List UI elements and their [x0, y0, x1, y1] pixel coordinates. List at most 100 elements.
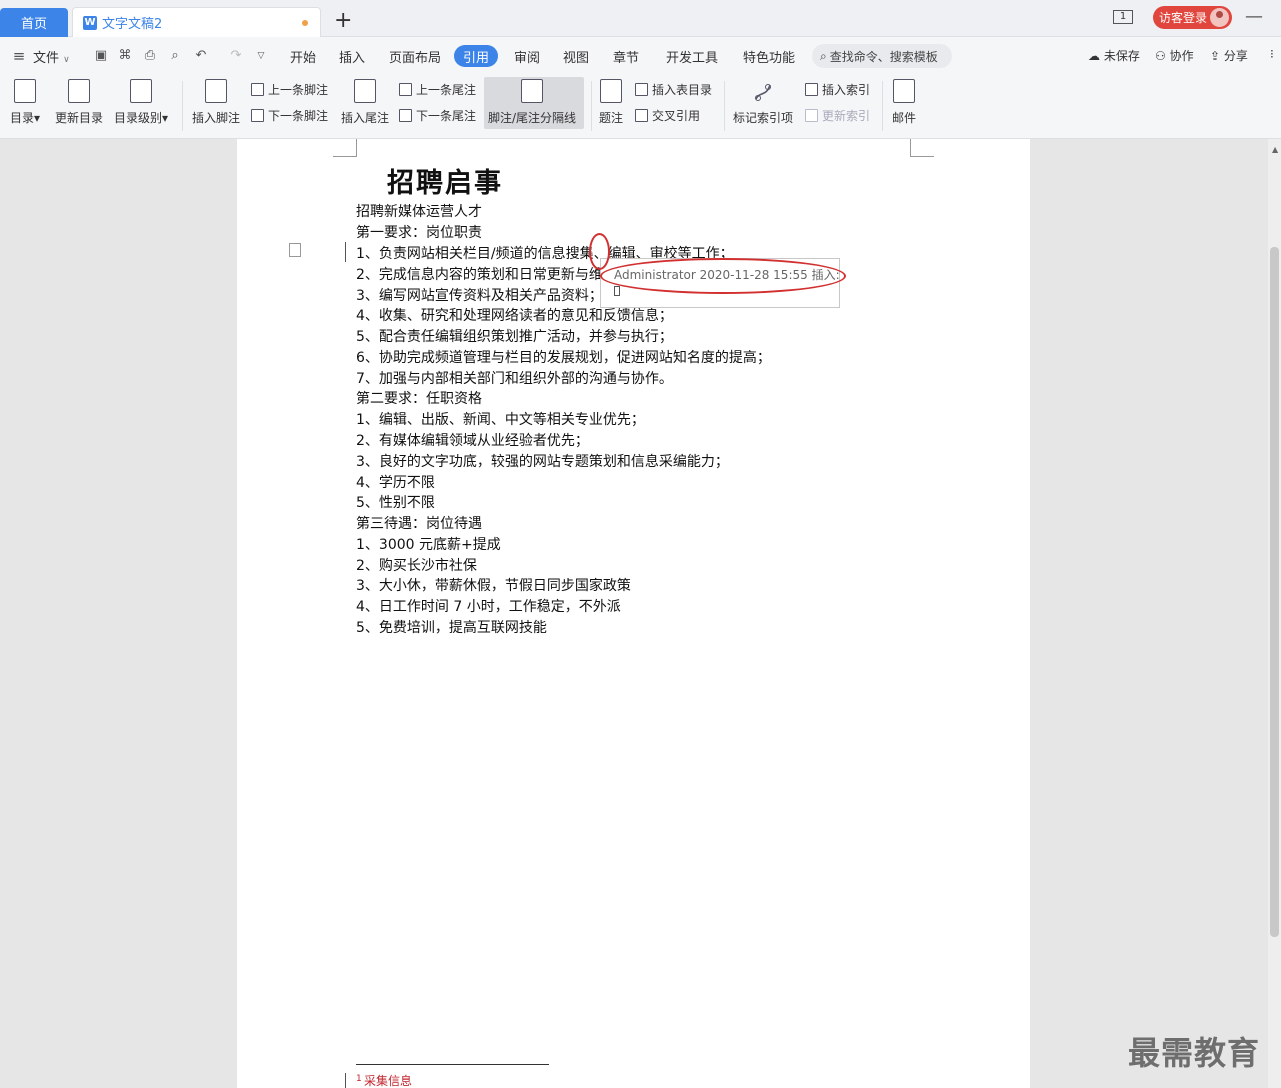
- annotation-circle-footnote-mark: [589, 233, 610, 270]
- table-toc-icon: [635, 83, 648, 96]
- writer-doc-icon: W: [83, 15, 97, 30]
- save-icon[interactable]: ▣: [94, 49, 108, 63]
- quick-access-dropdown-icon[interactable]: ▽: [254, 49, 268, 63]
- insert-footnote-button[interactable]: 插入脚注: [192, 79, 240, 126]
- prev-footnote-icon: [251, 83, 264, 96]
- menu-file-label: 文件: [33, 51, 60, 66]
- menu-special[interactable]: 特色功能: [743, 47, 795, 66]
- menu-view[interactable]: 视图: [563, 47, 589, 66]
- ribbon-divider: [591, 81, 592, 131]
- menu-page-layout[interactable]: 页面布局: [389, 47, 441, 66]
- caption-icon: [600, 79, 622, 103]
- update-index-label: 更新索引: [822, 109, 871, 123]
- mark-index-button[interactable]: 标记索引项: [733, 79, 793, 126]
- cross-reference-button[interactable]: 交叉引用: [635, 107, 700, 124]
- avatar: [1210, 8, 1229, 27]
- mail-button[interactable]: 邮件: [892, 79, 916, 126]
- scroll-up-icon[interactable]: ▲: [1272, 145, 1278, 154]
- doc-line: 5、免费培训，提高互联网技能: [356, 620, 547, 636]
- caption-button[interactable]: 题注: [599, 79, 623, 126]
- collaborate-button[interactable]: ⚇ 协作: [1155, 47, 1194, 64]
- annotation-circle-revision: [600, 258, 846, 294]
- user-icon: ⚇: [1155, 49, 1166, 63]
- menu-section[interactable]: 章节: [613, 47, 639, 66]
- prev-endnote-button[interactable]: 上一条尾注: [399, 81, 476, 98]
- menu-references[interactable]: 引用: [454, 45, 498, 67]
- menu-insert[interactable]: 插入: [339, 47, 365, 66]
- format-painter-icon[interactable]: ⌘: [118, 49, 132, 63]
- toc-label: 目录▾: [10, 111, 41, 125]
- menu-file[interactable]: 文件 ∨: [33, 47, 70, 66]
- doc-line: 5、性别不限: [356, 495, 435, 511]
- tab-bar: 首页 W 文字文稿2 + 1 访客登录 —: [0, 0, 1281, 37]
- doc-line: 1、编辑、出版、新闻、中文等相关专业优先；: [356, 412, 645, 428]
- command-search[interactable]: ⌕ 查找命令、搜索模板: [812, 44, 952, 68]
- insert-footnote-label: 插入脚注: [192, 111, 241, 125]
- insert-endnote-button[interactable]: 插入尾注: [341, 79, 389, 126]
- update-index-button[interactable]: 更新索引: [805, 107, 870, 124]
- redo-icon[interactable]: ↷: [229, 49, 243, 63]
- more-icon[interactable]: ⁝: [1270, 47, 1274, 61]
- menu-review[interactable]: 审阅: [514, 47, 540, 66]
- watermark: 最需教育: [1128, 1034, 1261, 1072]
- menu-start[interactable]: 开始: [290, 47, 316, 66]
- toc-level-button[interactable]: 目录级别▾: [114, 79, 168, 126]
- search-icon: ⌕: [820, 48, 827, 63]
- tab-document[interactable]: W 文字文稿2: [72, 7, 321, 37]
- next-endnote-icon: [399, 109, 412, 122]
- doc-line: 2、有媒体编辑领域从业经验者优先；: [356, 433, 589, 449]
- mail-label: 邮件: [892, 111, 917, 125]
- command-search-placeholder: 查找命令、搜索模板: [829, 49, 938, 64]
- doc-line: 3、编写网站宣传资料及相关产品资料；: [356, 288, 603, 304]
- update-toc-icon: [68, 79, 90, 103]
- doc-line: 招聘新媒体运营人才: [356, 204, 482, 220]
- margin-corner-top-left: [333, 139, 357, 157]
- footnote-separator-button[interactable]: 脚注/尾注分隔线: [488, 79, 576, 126]
- next-endnote-label: 下一条尾注: [416, 109, 477, 123]
- toc-level-icon: [130, 79, 153, 103]
- doc-line: 6、协助完成频道管理与栏目的发展规划，促进网站知名度的提高；: [356, 350, 771, 366]
- print-icon[interactable]: ⎙: [143, 49, 157, 63]
- insert-index-icon: [805, 83, 818, 96]
- margin-corner-top-right: [910, 139, 934, 157]
- scrollbar-thumb[interactable]: [1270, 247, 1279, 937]
- page-count-icon[interactable]: 1: [1113, 10, 1133, 24]
- minimize-button[interactable]: —: [1245, 6, 1263, 27]
- unsaved-dot-icon: [302, 20, 308, 26]
- tab-home[interactable]: 首页: [0, 8, 68, 37]
- cross-reference-label: 交叉引用: [652, 109, 701, 123]
- doc-line: 3、大小休，带薪休假，节假日同步国家政策: [356, 578, 631, 594]
- update-toc-label: 更新目录: [55, 111, 104, 125]
- toc-button[interactable]: 目录▾: [10, 79, 40, 126]
- prev-endnote-label: 上一条尾注: [416, 83, 477, 97]
- toc-icon: [14, 79, 37, 103]
- footnote-text[interactable]: 采集信息: [364, 1072, 412, 1088]
- doc-line: 4、日工作时间 7 小时，工作稳定，不外派: [356, 599, 621, 615]
- next-footnote-button[interactable]: 下一条脚注: [251, 107, 328, 124]
- insert-index-button[interactable]: 插入索引: [805, 81, 870, 98]
- new-tab-button[interactable]: +: [334, 9, 352, 33]
- next-footnote-icon: [251, 109, 264, 122]
- login-button[interactable]: 访客登录: [1153, 6, 1232, 29]
- insert-table-toc-button[interactable]: 插入表目录: [635, 81, 712, 98]
- prev-footnote-button[interactable]: 上一条脚注: [251, 81, 328, 98]
- print-preview-icon[interactable]: ⌕: [168, 49, 182, 63]
- doc-line: 3、良好的文字功底，较强的网站专题策划和信息采编能力；: [356, 454, 729, 470]
- endnote-icon: [354, 79, 376, 103]
- paragraph-doc-icon[interactable]: [289, 243, 301, 257]
- menu-developer[interactable]: 开发工具: [666, 47, 718, 66]
- menu-bar: ≡ 文件 ∨ ▣ ⌘ ⎙ ⌕ ↶ ↷ ▽ 开始 插入 页面布局 引用 审阅 视图…: [0, 37, 1281, 73]
- cloud-icon: ☁: [1088, 49, 1100, 63]
- next-endnote-button[interactable]: 下一条尾注: [399, 107, 476, 124]
- separator-icon: [521, 79, 544, 103]
- share-button[interactable]: ⇪ 分享: [1210, 47, 1248, 64]
- unsaved-status[interactable]: ☁ 未保存: [1088, 47, 1140, 64]
- footnote-change-bar: [345, 1073, 346, 1088]
- hamburger-icon[interactable]: ≡: [12, 49, 26, 64]
- login-label: 访客登录: [1159, 11, 1208, 25]
- update-index-icon: [805, 109, 818, 122]
- update-toc-button[interactable]: 更新目录: [55, 79, 103, 126]
- undo-icon[interactable]: ↶: [194, 49, 208, 63]
- doc-line: 7、加强与内部相关部门和组织外部的沟通与协作。: [356, 371, 673, 387]
- share-icon: ⇪: [1210, 49, 1221, 63]
